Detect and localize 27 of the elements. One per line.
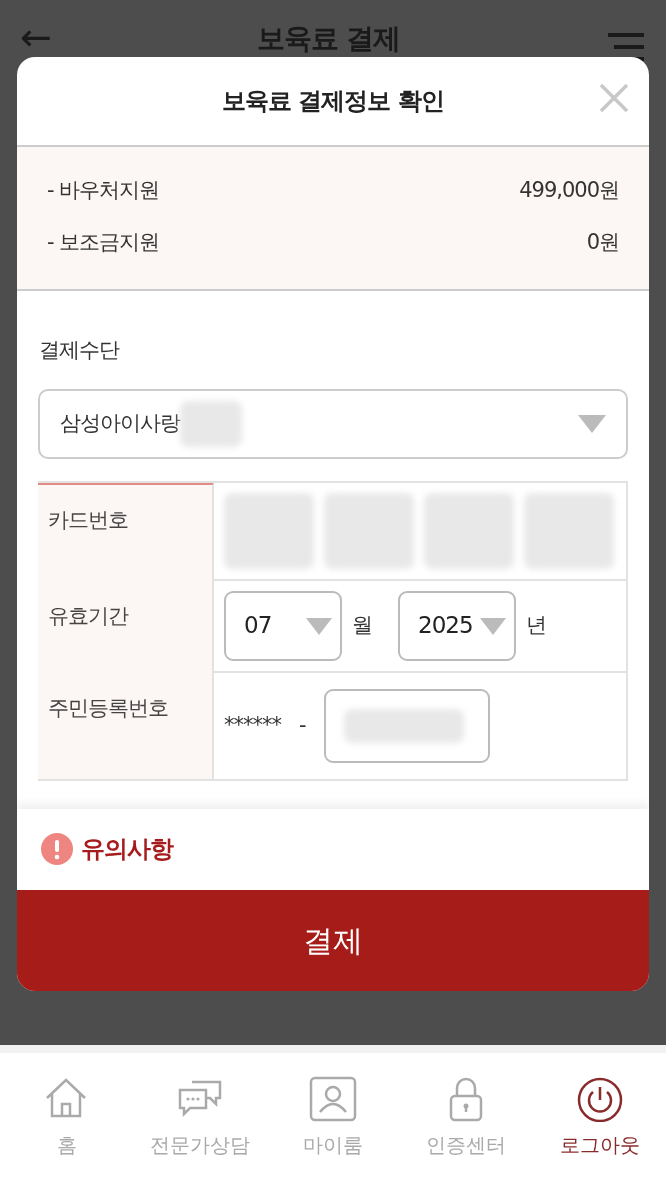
close-button[interactable] [599, 83, 629, 113]
summary-amount: 0원 [586, 229, 619, 257]
field-label: 카드번호 [38, 482, 214, 581]
separator: - [299, 711, 306, 739]
summary-amount: 499,000원 [519, 177, 619, 205]
power-icon [575, 1075, 624, 1122]
caret-icon [306, 618, 332, 636]
dropdown-field[interactable]: 2025 [398, 590, 516, 661]
field-label: 주민등록번호 [38, 672, 214, 779]
unit-label: 월 [352, 611, 372, 639]
card-select[interactable]: 삼성아이사랑 [38, 388, 628, 459]
notice-title: 유의사항 [81, 833, 173, 865]
caret-icon [578, 414, 606, 433]
field-label: 유효기간 [38, 580, 214, 673]
summary-label: - 보조금지원 [47, 229, 160, 257]
person-icon [309, 1075, 357, 1122]
pay-button[interactable]: 결제 [17, 890, 649, 991]
caret-icon [480, 618, 506, 636]
masked-number: ****** [224, 711, 281, 739]
dropdown-field[interactable]: 07 [224, 590, 342, 661]
summary-label: - 바우처지원 [47, 177, 160, 205]
payment-method-label: 결제수단 [38, 337, 121, 364]
alert-icon [41, 832, 73, 865]
unit-label: 년 [526, 611, 546, 639]
input-field[interactable] [323, 688, 490, 763]
dialog-title: 보육료 결제정보 확인 [222, 86, 444, 117]
nav-tab[interactable]: 로그아웃 [533, 1075, 666, 1160]
